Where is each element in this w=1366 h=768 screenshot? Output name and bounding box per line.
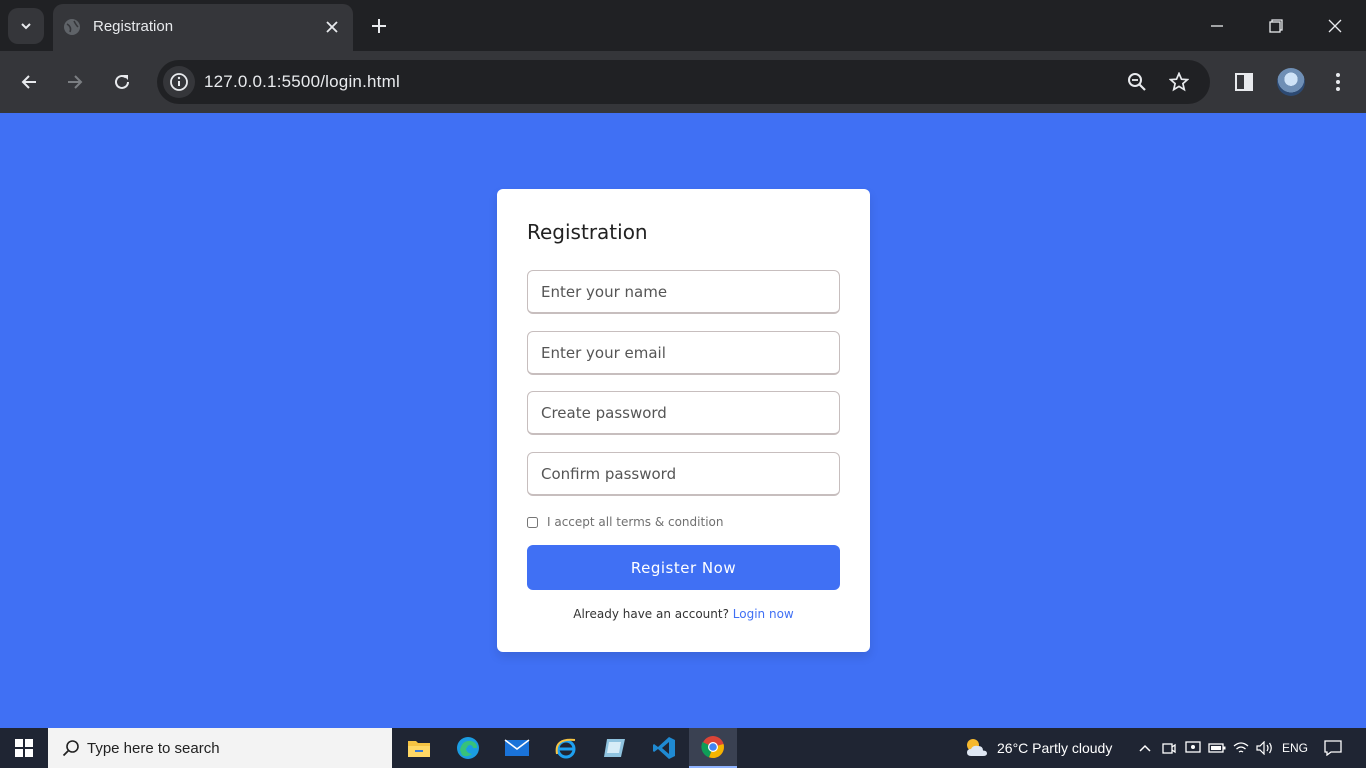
- arrow-right-icon: [68, 75, 83, 89]
- terms-label: I accept all terms & condition: [547, 515, 724, 529]
- bookmark-button[interactable]: [1167, 70, 1191, 94]
- taskbar-search-box[interactable]: Type here to search: [48, 728, 392, 768]
- chevron-down-icon: [21, 23, 31, 30]
- registration-card: Registration I accept all terms & condit…: [497, 189, 870, 652]
- browser-menu-button[interactable]: [1322, 66, 1354, 98]
- folder-icon: [408, 741, 430, 757]
- edge-icon: [457, 737, 479, 759]
- close-window-button[interactable]: [1320, 12, 1350, 40]
- taskbar-vscode[interactable]: [640, 728, 688, 768]
- login-prompt: Already have an account? Login now: [497, 607, 870, 621]
- search-placeholder: Type here to search: [87, 740, 220, 757]
- wifi-icon: [1233, 742, 1249, 753]
- taskbar-app-generic[interactable]: [591, 728, 639, 768]
- reload-button[interactable]: [106, 66, 138, 98]
- close-icon: [326, 21, 338, 33]
- terms-row: I accept all terms & condition: [527, 515, 723, 529]
- taskbar-file-explorer[interactable]: [395, 728, 443, 768]
- tab-search-button[interactable]: [8, 8, 44, 44]
- page-background: Registration I accept all terms & condit…: [0, 113, 1366, 728]
- arrow-left-icon: [21, 75, 36, 89]
- app-tile-icon: [604, 739, 625, 757]
- camera-tray-button[interactable]: [1159, 738, 1179, 758]
- restore-icon: [1269, 19, 1283, 33]
- screen-tray-button[interactable]: [1183, 738, 1203, 758]
- battery-icon: [1208, 743, 1226, 753]
- zoom-button[interactable]: [1125, 70, 1149, 94]
- notification-icon: [1324, 740, 1342, 756]
- battery-tray-button[interactable]: [1207, 738, 1227, 758]
- chrome-icon: [701, 736, 724, 759]
- confirm-password-field-wrapper: [527, 452, 840, 496]
- address-bar[interactable]: 127.0.0.1:5500/login.html: [157, 60, 1210, 104]
- notifications-button[interactable]: [1323, 738, 1343, 758]
- taskbar-mail[interactable]: [493, 728, 541, 768]
- network-tray-button[interactable]: [1231, 738, 1251, 758]
- forward-button[interactable]: [59, 66, 91, 98]
- site-info-button[interactable]: [163, 66, 195, 98]
- form-title: Registration: [527, 220, 648, 244]
- windows-taskbar: Type here to search 26°C Partly cloudy E…: [0, 728, 1366, 768]
- browser-toolbar: 127.0.0.1:5500/login.html: [0, 51, 1366, 113]
- internet-explorer-icon: [555, 738, 576, 759]
- email-field-wrapper: [527, 331, 840, 375]
- terms-checkbox[interactable]: [527, 516, 538, 528]
- tab-title: Registration: [93, 18, 174, 35]
- mail-icon: [504, 739, 530, 756]
- back-button[interactable]: [13, 66, 45, 98]
- side-panel-button[interactable]: [1228, 66, 1260, 98]
- partly-cloudy-icon: [967, 739, 987, 756]
- email-input[interactable]: [527, 331, 840, 375]
- browser-tab-strip: Registration: [0, 0, 1366, 51]
- login-link[interactable]: Login now: [733, 607, 794, 621]
- zoom-out-icon: [1128, 73, 1146, 91]
- tab-close-button[interactable]: [321, 16, 343, 38]
- taskbar-internet-explorer[interactable]: [542, 728, 590, 768]
- password-field-wrapper: [527, 391, 840, 435]
- confirm-password-input[interactable]: [527, 452, 840, 496]
- reload-icon: [115, 74, 129, 89]
- weather-text[interactable]: 26°C Partly cloudy: [997, 740, 1112, 756]
- account-question-text: Already have an account?: [573, 607, 729, 621]
- more-vert-icon: [1336, 73, 1340, 91]
- name-input[interactable]: [527, 270, 840, 314]
- minimize-button[interactable]: [1202, 12, 1232, 40]
- restore-button[interactable]: [1261, 12, 1291, 40]
- minimize-icon: [1211, 25, 1223, 27]
- profile-avatar[interactable]: [1277, 68, 1305, 96]
- plus-icon: [372, 19, 386, 33]
- windows-logo-icon: [15, 739, 33, 757]
- register-button[interactable]: Register Now: [527, 545, 840, 590]
- globe-icon: [64, 19, 80, 35]
- search-icon: [62, 740, 79, 757]
- password-input[interactable]: [527, 391, 840, 435]
- show-hidden-icons-button[interactable]: [1135, 738, 1155, 758]
- browser-tab[interactable]: Registration: [53, 4, 353, 51]
- taskbar-chrome[interactable]: [689, 728, 737, 768]
- speaker-icon: [1256, 741, 1272, 755]
- info-icon: [170, 73, 188, 91]
- screen-icon: [1185, 741, 1201, 753]
- star-icon: [1169, 72, 1189, 92]
- close-icon: [1328, 19, 1342, 33]
- vscode-icon: [653, 737, 675, 759]
- start-button[interactable]: [0, 728, 48, 768]
- chevron-up-icon: [1139, 744, 1151, 752]
- camera-icon: [1162, 743, 1176, 754]
- url-text: 127.0.0.1:5500/login.html: [204, 72, 400, 91]
- side-panel-icon: [1235, 73, 1253, 91]
- taskbar-edge[interactable]: [444, 728, 492, 768]
- name-field-wrapper: [527, 270, 840, 314]
- language-indicator[interactable]: ENG: [1282, 741, 1308, 755]
- volume-tray-button[interactable]: [1255, 738, 1275, 758]
- new-tab-button[interactable]: [366, 13, 392, 39]
